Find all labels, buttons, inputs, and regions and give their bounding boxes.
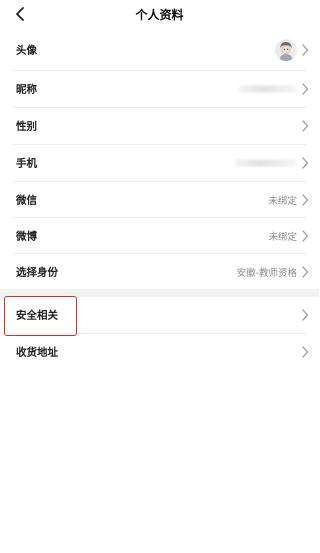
chevron-right-icon <box>302 309 309 321</box>
chevron-right-icon <box>302 44 309 56</box>
chevron-right-icon <box>302 83 309 95</box>
row-identity-value: 安徽-教师资格 <box>236 268 297 279</box>
top-bar: 个人资料 <box>0 0 319 30</box>
row-wechat-label: 微信 <box>16 194 37 207</box>
row-shipping-address[interactable]: 收货地址 <box>0 334 319 370</box>
row-avatar-label: 头像 <box>16 44 37 57</box>
row-wechat-value: 未绑定 <box>268 196 297 207</box>
row-gender[interactable]: 性别 <box>0 108 319 144</box>
page-title: 个人资料 <box>135 8 184 22</box>
row-identity-label: 选择身份 <box>16 266 58 279</box>
row-nickname[interactable]: 昵称 <box>0 71 319 107</box>
redacted-phone <box>235 159 297 167</box>
avatar-icon <box>275 39 297 61</box>
section-gap <box>0 289 319 297</box>
chevron-right-icon <box>302 194 309 206</box>
row-security-label: 安全相关 <box>16 309 58 322</box>
row-weibo[interactable]: 微博 未绑定 <box>0 218 319 254</box>
row-weibo-value: 未绑定 <box>268 232 297 243</box>
chevron-right-icon <box>302 266 309 278</box>
chevron-right-icon <box>302 230 309 242</box>
row-gender-label: 性别 <box>16 120 37 133</box>
redacted-nickname <box>239 85 297 93</box>
row-wechat[interactable]: 微信 未绑定 <box>0 182 319 218</box>
chevron-right-icon <box>302 120 309 132</box>
row-phone[interactable]: 手机 <box>0 145 319 181</box>
row-phone-label: 手机 <box>16 157 37 170</box>
row-shipping-address-label: 收货地址 <box>16 346 58 359</box>
chevron-right-icon <box>302 157 309 169</box>
chevron-right-icon <box>302 346 309 358</box>
row-nickname-label: 昵称 <box>16 83 37 96</box>
row-identity[interactable]: 选择身份 安徽-教师资格 <box>0 254 319 290</box>
row-security[interactable]: 安全相关 <box>0 297 319 333</box>
row-weibo-label: 微博 <box>16 230 37 243</box>
avatar[interactable] <box>275 39 297 61</box>
row-avatar[interactable]: 头像 <box>0 32 319 68</box>
